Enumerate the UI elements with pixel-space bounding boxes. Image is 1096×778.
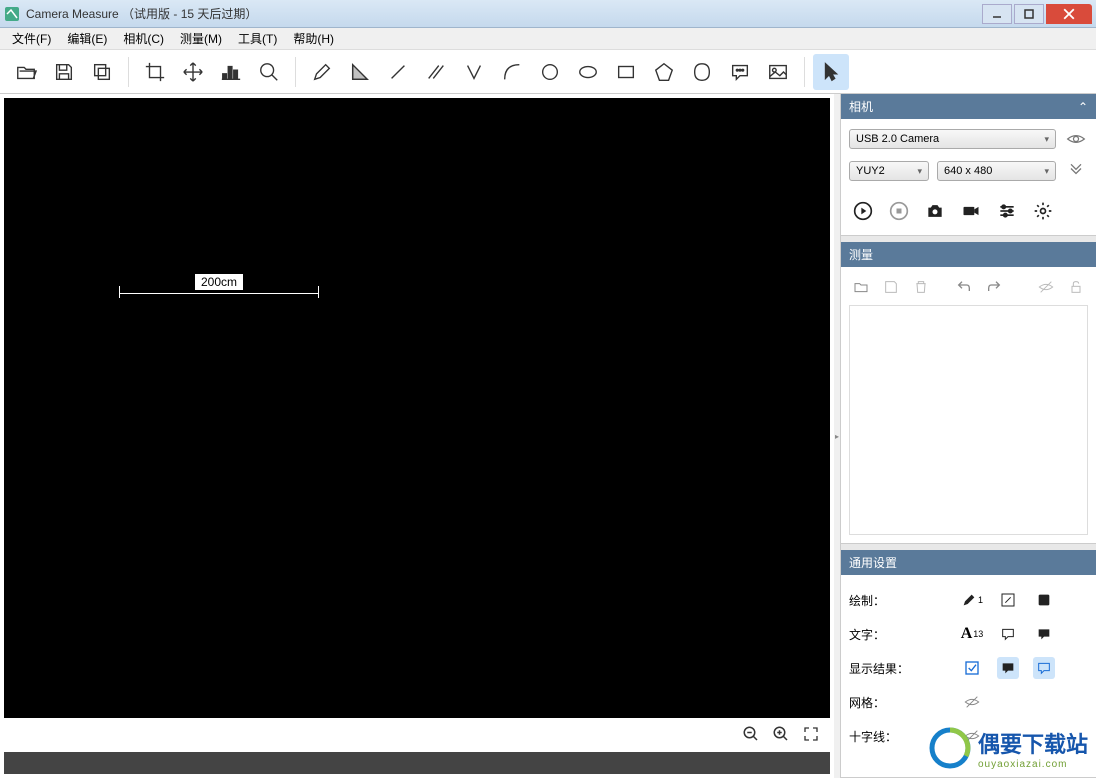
measure-delete-button[interactable]	[911, 277, 931, 297]
stop-button[interactable]	[887, 199, 911, 223]
rect-tool[interactable]	[608, 54, 644, 90]
copy-button[interactable]	[84, 54, 120, 90]
move-button[interactable]	[175, 54, 211, 90]
menu-help[interactable]: 帮助(H)	[285, 28, 342, 49]
fullscreen-button[interactable]	[800, 723, 822, 745]
menu-edit[interactable]: 编辑(E)	[59, 28, 115, 49]
measure-undo-button[interactable]	[954, 277, 974, 297]
status-bar	[4, 752, 830, 774]
camera-panel: 相机 ⌃ USB 2.0 Camera▾ YUY2▾ 640 x 480▾	[841, 94, 1096, 236]
line-tool[interactable]	[380, 54, 416, 90]
camera-device-dropdown[interactable]: USB 2.0 Camera▾	[849, 129, 1056, 149]
measure-panel: 测量	[841, 242, 1096, 544]
window-title: Camera Measure （试用版 - 15 天后过期）	[26, 5, 982, 22]
camera-settings-button[interactable]	[995, 199, 1019, 223]
watermark-text: 偶要下载站	[978, 727, 1088, 759]
camera-visibility-toggle[interactable]	[1064, 127, 1088, 151]
image-tool[interactable]	[760, 54, 796, 90]
settings-cross-label: 十字线：	[849, 728, 921, 745]
parallel-tool[interactable]	[418, 54, 454, 90]
settings-text-label: 文字：	[849, 626, 921, 643]
measure-redo-button[interactable]	[984, 277, 1004, 297]
measure-lock-button[interactable]	[1066, 277, 1086, 297]
measure-panel-title: 测量	[849, 246, 873, 263]
open-button[interactable]	[8, 54, 44, 90]
settings-grid-label: 网格：	[849, 694, 921, 711]
pointer-tool[interactable]	[813, 54, 849, 90]
minimize-button[interactable]	[982, 4, 1012, 24]
settings-result-label: 显示结果：	[849, 660, 921, 677]
camera-format-value: YUY2	[856, 165, 885, 177]
maximize-button[interactable]	[1014, 4, 1044, 24]
menu-file[interactable]: 文件(F)	[4, 28, 59, 49]
color-draw-button[interactable]	[1033, 589, 1055, 611]
record-button[interactable]	[959, 199, 983, 223]
measure-list[interactable]	[849, 305, 1088, 535]
result-checkbox[interactable]	[961, 657, 983, 679]
result-bubble-outline-button[interactable]	[1033, 657, 1055, 679]
camera-resolution-value: 640 x 480	[944, 165, 992, 177]
camera-format-dropdown[interactable]: YUY2▾	[849, 161, 929, 181]
text-bubble-fill-button[interactable]	[1033, 623, 1055, 645]
settings-panel-header[interactable]: 通用设置	[841, 550, 1096, 575]
side-panel: 相机 ⌃ USB 2.0 Camera▾ YUY2▾ 640 x 480▾	[840, 94, 1096, 778]
menu-camera[interactable]: 相机(C)	[115, 28, 172, 49]
zoom-button[interactable]	[251, 54, 287, 90]
measurement-label[interactable]: 200cm	[194, 273, 244, 291]
measure-save-button[interactable]	[881, 277, 901, 297]
result-bubble-fill-button[interactable]	[997, 657, 1019, 679]
measure-panel-header[interactable]: 测量	[841, 242, 1096, 267]
measurement-line[interactable]	[119, 293, 319, 294]
ellipse-tool[interactable]	[570, 54, 606, 90]
canvas[interactable]: 200cm	[4, 98, 830, 718]
titlebar: Camera Measure （试用版 - 15 天后过期）	[0, 0, 1096, 28]
canvas-area: 200cm	[0, 94, 834, 778]
angle-tool[interactable]	[342, 54, 378, 90]
circle-tool[interactable]	[532, 54, 568, 90]
blob-tool[interactable]	[684, 54, 720, 90]
measurement-tick-left	[119, 286, 120, 298]
camera-panel-title: 相机	[849, 98, 873, 115]
settings-panel-title: 通用设置	[849, 554, 897, 571]
app-icon	[4, 6, 20, 22]
zoom-out-button[interactable]	[740, 723, 762, 745]
menu-tools[interactable]: 工具(T)	[230, 28, 285, 49]
camera-panel-header[interactable]: 相机 ⌃	[841, 94, 1096, 119]
curve-tool[interactable]	[494, 54, 530, 90]
camera-resolution-dropdown[interactable]: 640 x 480▾	[937, 161, 1056, 181]
main-toolbar	[0, 50, 1096, 94]
measure-visibility-button[interactable]	[1036, 277, 1056, 297]
comment-tool[interactable]	[722, 54, 758, 90]
histogram-button[interactable]	[213, 54, 249, 90]
watermark: 偶要下载站 ouyaoxiazai.com	[928, 726, 1088, 770]
snapshot-button[interactable]	[923, 199, 947, 223]
polygon-tool[interactable]	[646, 54, 682, 90]
camera-expand-toggle[interactable]	[1064, 159, 1088, 183]
pen-width-button[interactable]: 1	[961, 589, 983, 611]
pencil-tool[interactable]	[304, 54, 340, 90]
text-bubble-outline-button[interactable]	[997, 623, 1019, 645]
watermark-logo-icon	[928, 726, 972, 770]
font-size-button[interactable]: A13	[961, 623, 983, 645]
canvas-zoom-controls	[4, 718, 830, 750]
menubar: 文件(F) 编辑(E) 相机(C) 测量(M) 工具(T) 帮助(H)	[0, 28, 1096, 50]
measurement-tick-right	[318, 286, 319, 298]
menu-measure[interactable]: 测量(M)	[172, 28, 230, 49]
close-button[interactable]	[1046, 4, 1092, 24]
edit-draw-button[interactable]	[997, 589, 1019, 611]
camera-device-value: USB 2.0 Camera	[856, 133, 939, 145]
save-button[interactable]	[46, 54, 82, 90]
camera-gear-button[interactable]	[1031, 199, 1055, 223]
v-angle-tool[interactable]	[456, 54, 492, 90]
measure-open-button[interactable]	[851, 277, 871, 297]
watermark-subtext: ouyaoxiazai.com	[978, 759, 1088, 770]
grid-visibility-button[interactable]	[961, 691, 983, 713]
collapse-icon: ⌃	[1078, 100, 1088, 114]
crop-button[interactable]	[137, 54, 173, 90]
zoom-in-button[interactable]	[770, 723, 792, 745]
play-button[interactable]	[851, 199, 875, 223]
settings-draw-label: 绘制：	[849, 592, 921, 609]
